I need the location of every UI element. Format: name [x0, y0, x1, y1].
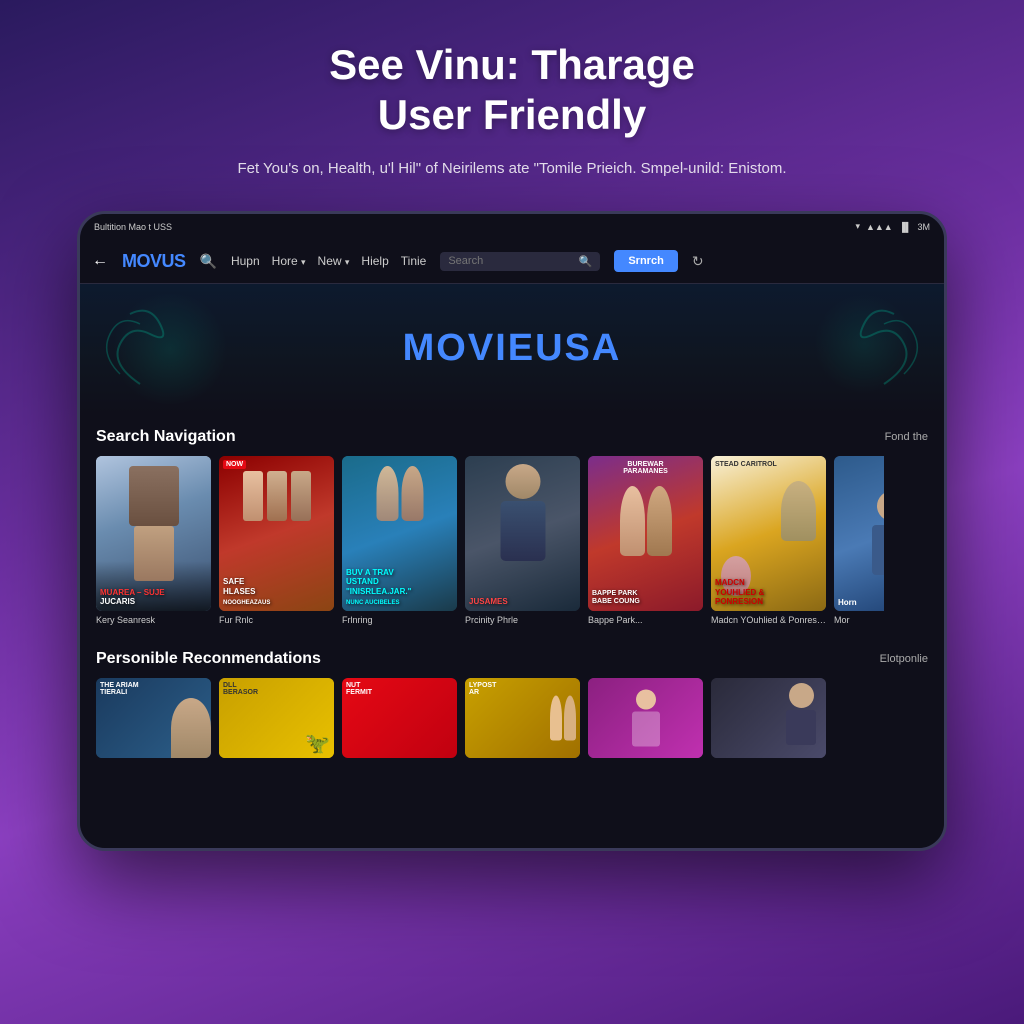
wifi-icon: ▾	[855, 221, 860, 232]
volume-down-button[interactable]	[77, 354, 78, 384]
rec-card[interactable]: DLLBERASOR 🦖	[219, 678, 334, 758]
rec-card[interactable]: LYPOSTAR	[465, 678, 580, 758]
movie-poster-1: MUAREA – SUJEJUCARIS	[96, 456, 211, 611]
nav-search-icon[interactable]: 🔍	[200, 253, 217, 270]
movie-title-7: Mor	[834, 615, 884, 627]
movie-poster-3: BUV A TRAVUSTAND"INISRLEA.JAR."NUNC AUCI…	[342, 456, 457, 611]
movie-title-4: Prcinity Phrle	[465, 615, 580, 627]
nav-links: Hupn Hore ▾ New ▾ Hielp Tinie	[231, 254, 426, 268]
power-button[interactable]	[946, 334, 947, 374]
movie-card[interactable]: BUV A TRAVUSTAND"INISRLEA.JAR."NUNC AUCI…	[342, 456, 457, 627]
search-bar[interactable]: 🔍	[440, 252, 600, 271]
hero-title: See Vinu: TharageUser Friendly	[237, 40, 786, 141]
movie-card[interactable]: NOW SAFEHLASESNOOGHEAZAUS Fur Rnlc	[219, 456, 334, 627]
switch-button[interactable]: Srnrch	[614, 250, 677, 272]
search-nav-title: Search Navigation	[96, 428, 236, 446]
movie-row: MUAREA – SUJEJUCARIS Kery Seanresk NOW	[96, 456, 928, 627]
search-nav-section: Search Navigation Fond the MUA	[80, 414, 944, 637]
nav-title-link[interactable]: Tinie	[401, 254, 427, 268]
refresh-icon[interactable]: ↻	[692, 253, 704, 270]
rec-card[interactable]	[711, 678, 826, 758]
back-button[interactable]: ←	[92, 252, 108, 270]
rec-poster-4: LYPOSTAR	[465, 678, 580, 758]
movie-card[interactable]: Horn Mor	[834, 456, 884, 627]
status-right: ▾ ▲▲▲ ▐▌ 3M	[855, 221, 930, 232]
main-content: MOVIEUSA Search Navigation Fond the	[80, 284, 944, 848]
rec-poster-3: NUTFERMIT	[342, 678, 457, 758]
movie-card[interactable]: JUSAMES Prcinity Phrle	[465, 456, 580, 627]
volume-up-button[interactable]	[77, 314, 78, 344]
nav-logo-part2: US	[162, 251, 186, 271]
rec-title: Personible Reconmendations	[96, 650, 321, 668]
rec-card[interactable]: NUTFERMIT	[342, 678, 457, 758]
now-badge: NOW	[223, 460, 246, 469]
hero-section: See Vinu: TharageUser Friendly Fet You's…	[157, 0, 866, 211]
rec-card[interactable]: THE ARIAMTIERALI	[96, 678, 211, 758]
movie-title-2: Fur Rnlc	[219, 615, 334, 627]
movie-usa-logo: MOVIEUSA	[403, 327, 622, 370]
movie-title-1: Kery Seanresk	[96, 615, 211, 627]
logo-movie: MOVIE	[403, 327, 535, 369]
volume-button[interactable]	[946, 394, 947, 434]
movie-poster-6: STEAD CARITROL MADCNYOUHLIED &PONRESION	[711, 456, 826, 611]
search-bar-icon: 🔍	[579, 255, 593, 268]
movie-title-6: Madcn YOuhlied & Ponresion	[711, 615, 826, 627]
status-left: Bultition Mao t USS	[94, 222, 172, 232]
nav-help-link[interactable]: Hielp	[361, 254, 388, 268]
rec-poster-5	[588, 678, 703, 758]
nav-home-link[interactable]: Hupn	[231, 254, 260, 268]
battery-icon: ▐▌	[899, 222, 912, 232]
nav-logo: MOVUS	[122, 251, 186, 272]
movie-card[interactable]: STEAD CARITROL MADCNYOUHLIED &PONRESION …	[711, 456, 826, 627]
tablet-frame: Bultition Mao t USS ▾ ▲▲▲ ▐▌ 3M ← MOVUS …	[77, 211, 947, 851]
hero-banner: MOVIEUSA	[80, 284, 944, 414]
swirl-left-decoration	[90, 294, 190, 394]
status-bar: Bultition Mao t USS ▾ ▲▲▲ ▐▌ 3M	[80, 214, 944, 240]
movie-title-5: Bappe Park...	[588, 615, 703, 627]
search-input[interactable]	[448, 255, 572, 267]
movie-poster-5: BUREWARPARAMANES BAPPE PARKBABE COUNG	[588, 456, 703, 611]
time-display: 3M	[917, 222, 930, 232]
nav-more-link[interactable]: Hore ▾	[272, 254, 306, 268]
search-nav-link[interactable]: Fond the	[885, 431, 928, 443]
logo-usa: USA	[535, 327, 621, 369]
swirl-right-decoration	[834, 294, 934, 394]
movie-poster-4: JUSAMES	[465, 456, 580, 611]
movie-card[interactable]: BUREWARPARAMANES BAPPE PARKBABE COUNG Ba…	[588, 456, 703, 627]
rec-row: THE ARIAMTIERALI DLLBERASOR 🦖	[96, 678, 928, 758]
movie-title-3: Frlnring	[342, 615, 457, 627]
section-header-rec: Personible Reconmendations Elotponlie	[96, 650, 928, 668]
nav-logo-part1: MOV	[122, 251, 162, 271]
rec-card[interactable]	[588, 678, 703, 758]
recommendations-section: Personible Reconmendations Elotponlie TH…	[80, 636, 944, 768]
signal-icon: ▲▲▲	[866, 222, 893, 232]
rec-poster-2: DLLBERASOR 🦖	[219, 678, 334, 758]
movie-poster-2: NOW SAFEHLASESNOOGHEAZAUS	[219, 456, 334, 611]
rec-poster-6	[711, 678, 826, 758]
navbar: ← MOVUS 🔍 Hupn Hore ▾ New ▾ Hielp Tinie …	[80, 240, 944, 284]
nav-new-link[interactable]: New ▾	[318, 254, 350, 268]
movie-card[interactable]: MUAREA – SUJEJUCARIS Kery Seanresk	[96, 456, 211, 627]
section-header-search: Search Navigation Fond the	[96, 428, 928, 446]
rec-link[interactable]: Elotponlie	[880, 653, 928, 665]
rec-poster-1: THE ARIAMTIERALI	[96, 678, 211, 758]
hero-subtitle: Fet You's on, Health, u'l Hil" of Neiril…	[237, 157, 786, 181]
movie-poster-7: Horn	[834, 456, 884, 611]
